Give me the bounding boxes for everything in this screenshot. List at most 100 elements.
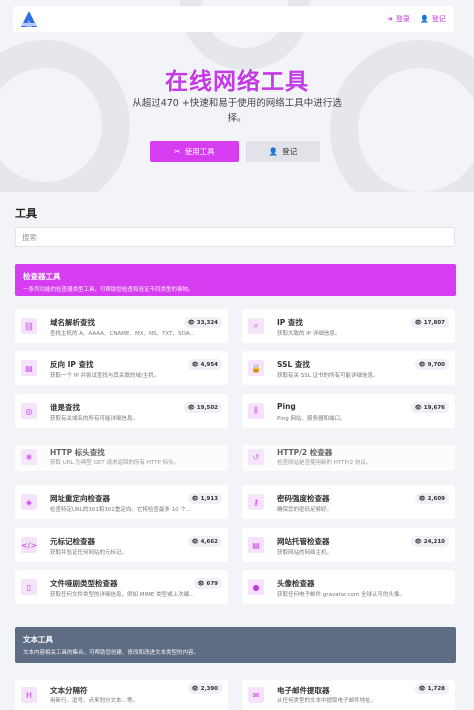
top-navbar: ➜ 登录 👤 登记: [13, 6, 454, 32]
tool-title: 电子邮件提取器: [277, 686, 330, 695]
eye-icon: 👁: [414, 538, 422, 545]
tool-title: 谁是查找: [50, 403, 80, 412]
lock-icon: 🔒: [248, 360, 264, 376]
logo-icon[interactable]: [19, 9, 39, 29]
server-icon: ▤: [21, 360, 37, 376]
eye-icon: 👁: [418, 685, 426, 692]
use-tools-label: 使用工具: [184, 147, 215, 156]
tool-title: 文件哑剧类型检查器: [50, 579, 118, 588]
server-icon: ▤: [248, 537, 264, 553]
view-count-badge: 👁 4,954: [187, 359, 222, 370]
tool-title: 网址重定向检查器: [50, 494, 110, 503]
register-button-label: 登记: [282, 147, 298, 156]
tool-card[interactable]: ↺ HTTP/2 检查器 检查网站是否使用新的 HTTP/2 协议。: [242, 445, 455, 471]
tool-card[interactable]: </> 元标记检查器 获取并验证任何网站的元标记。 👁 4,662: [15, 528, 228, 562]
eye-icon: 👁: [418, 361, 426, 368]
file-icon: ▯: [21, 579, 37, 595]
view-count-badge: 👁 33,324: [183, 317, 222, 328]
tool-description: 查找主机的 A、AAAA、CNAME、MX、NS、TXT、SOA...: [50, 331, 195, 337]
tool-card[interactable]: ⛓ 域名解析查找 查找主机的 A、AAAA、CNAME、MX、NS、TXT、SO…: [15, 309, 228, 343]
signal-icon: ⫼: [248, 403, 264, 419]
tool-description: 获取任何电子邮件 gravatar.com 全球认可的头像。: [277, 592, 406, 598]
tool-card[interactable]: ▯ 文件哑剧类型检查器 获取任何文件类型的详细信息，例如 MIME 类型或上次编…: [15, 570, 228, 604]
tool-card[interactable]: H 文本分隔符 用新行、逗号、点来划分文本…等。 👁 2,390: [15, 680, 228, 710]
tool-title: 反向 IP 查找: [50, 360, 94, 369]
directions-icon: ◈: [21, 494, 37, 510]
eye-icon: 👁: [414, 319, 422, 326]
eye-icon: 👁: [191, 495, 199, 502]
tool-description: 获取并验证任何网站的元标记。: [50, 550, 128, 556]
key-icon: ⚷: [248, 494, 264, 510]
login-label: 登录: [395, 15, 410, 23]
tool-title: 文本分隔符: [50, 686, 88, 695]
tool-title: 域名解析查找: [50, 318, 95, 327]
register-label: 登记: [431, 15, 446, 23]
tool-card[interactable]: ▤ 反向 IP 查找 获取一个 IP 并尝试查找与其关联的域/主机。 👁 4,95…: [15, 351, 228, 385]
sign-in-icon: ➜: [387, 15, 393, 23]
search-location-icon: ⌕: [248, 318, 264, 334]
login-link[interactable]: ➜ 登录: [387, 14, 410, 24]
view-count-badge: 👁 19,676: [410, 402, 449, 413]
tool-title: IP 查找: [277, 318, 303, 327]
tool-card[interactable]: ▤ 网站托管检查器 获取网站的网络主机。 👁 24,210: [242, 528, 455, 562]
view-count-badge: 👁 1,913: [187, 493, 222, 504]
tool-card[interactable]: ⌕ IP 查找 获取大致的 IP 详细信息。 👁 17,807: [242, 309, 455, 343]
tool-card[interactable]: ● 头像检查器 获取任何电子邮件 gravatar.com 全球认可的头像。: [242, 570, 455, 604]
tool-title: SSL 查找: [277, 360, 310, 369]
tool-title: 网站托管检查器: [277, 537, 330, 546]
tool-card[interactable]: ⚷ 密码强度检查器 确保您的密码足够好。 👁 2,609: [242, 485, 455, 519]
category-title: 检查器工具: [23, 272, 61, 281]
user-plus-icon: 👤: [420, 15, 429, 23]
eye-icon: 👁: [197, 580, 205, 587]
envelope-icon: ✉: [248, 687, 264, 703]
tool-card[interactable]: ✱ HTTP 标头查找 获取 URL 为典型 GET 请求返回的所有 HTTP …: [15, 445, 228, 471]
eye-icon: 👁: [187, 319, 195, 326]
eye-icon: 👁: [191, 685, 199, 692]
eye-icon: 👁: [191, 361, 199, 368]
view-count-badge: 👁 9,700: [414, 359, 449, 370]
tool-title: HTTP 标头查找: [50, 448, 105, 457]
user-icon: ●: [248, 579, 264, 595]
search-input[interactable]: 搜索: [15, 227, 455, 247]
view-count-badge: 👁 679: [193, 578, 222, 589]
view-count-badge: 👁 1,728: [414, 683, 449, 694]
tool-title: 密码强度检查器: [277, 494, 330, 503]
category-title: 文本工具: [23, 635, 53, 644]
tool-title: 头像检查器: [277, 579, 315, 588]
tools-icon: ✂: [174, 147, 181, 156]
tool-title: 元标记检查器: [50, 537, 95, 546]
use-tools-button[interactable]: ✂ 使用工具: [150, 141, 239, 162]
tool-card[interactable]: ⫼ Ping Ping 网站、服务器和端口。 👁 19,676: [242, 394, 455, 428]
tool-description: 获取大致的 IP 详细信息。: [277, 331, 341, 337]
tool-card[interactable]: ◈ 网址重定向检查器 检查特定URL的301和302重定向。它将检查最多 10 …: [15, 485, 228, 519]
tool-card[interactable]: ✉ 电子邮件提取器 从任何类型的文本中提取电子邮件地址。 👁 1,728: [242, 680, 455, 710]
eye-icon: 👁: [187, 404, 195, 411]
view-count-badge: 👁 2,609: [414, 493, 449, 504]
tool-description: 获取有关域名的所有可能详细信息。: [50, 416, 139, 422]
tool-title: Ping: [277, 402, 296, 411]
register-button[interactable]: 👤 登记: [246, 141, 320, 162]
history-icon: ↺: [248, 449, 264, 465]
category-banner-checker: 检查器工具 一系列功能的检查器类型工具，可帮助您检查和验证不同类型的事物。: [15, 264, 456, 296]
tool-description: 确保您的密码足够好。: [277, 507, 333, 513]
view-count-badge: 👁 17,807: [410, 317, 449, 328]
tool-description: 检查网站是否使用新的 HTTP/2 协议。: [277, 460, 372, 466]
tool-description: 获取一个 IP 并尝试查找与其关联的域/主机。: [50, 373, 160, 379]
register-link[interactable]: 👤 登记: [420, 14, 446, 24]
eye-icon: 👁: [414, 404, 422, 411]
eye-icon: 👁: [418, 495, 426, 502]
network-icon: ⛓: [21, 318, 37, 334]
tool-description: 用新行、逗号、点来划分文本…等。: [50, 698, 139, 704]
tool-card[interactable]: ◎ 谁是查找 获取有关域名的所有可能详细信息。 👁 19,502: [15, 394, 228, 428]
category-description: 文本内容相关工具的集合，可帮助您创建、修改和改进文本类型的内容。: [23, 650, 200, 656]
globe-icon: ◎: [21, 403, 37, 419]
asterisk-icon: ✱: [21, 449, 37, 465]
page-title: 在线网络工具: [165, 69, 309, 95]
view-count-badge: 👁 2,390: [187, 683, 222, 694]
tool-description: 获取有关 SSL 证书的所有可能详细信息。: [277, 373, 379, 379]
view-count-badge: 👁 4,662: [187, 536, 222, 547]
tool-card[interactable]: 🔒 SSL 查找 获取有关 SSL 证书的所有可能详细信息。 👁 9,700: [242, 351, 455, 385]
tool-description: 获取任何文件类型的详细信息，例如 MIME 类型或上次编...: [50, 592, 195, 598]
code-icon: </>: [21, 537, 37, 553]
category-description: 一系列功能的检查器类型工具，可帮助您检查和验证不同类型的事物。: [23, 287, 194, 293]
